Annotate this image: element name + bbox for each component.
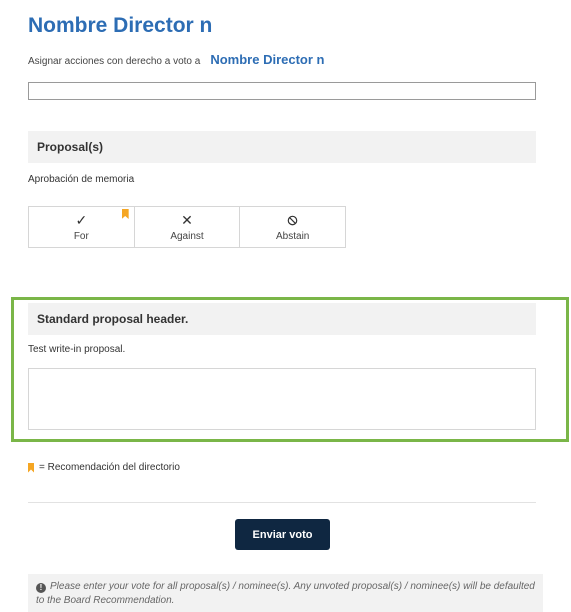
assign-label: Asignar acciones con derecho a voto a bbox=[28, 56, 201, 67]
notice-text: Please enter your vote for all proposal(… bbox=[36, 581, 535, 606]
vote-for-button[interactable]: ✓ For bbox=[29, 207, 135, 247]
x-icon: ✕ bbox=[181, 212, 193, 228]
vote-against-label: Against bbox=[170, 230, 204, 242]
legend: = Recomendación del directorio bbox=[28, 462, 180, 473]
vote-against-button[interactable]: ✕ Against bbox=[134, 207, 241, 247]
director-title: Nombre Director n bbox=[28, 14, 213, 37]
ban-icon bbox=[287, 213, 298, 228]
legend-text: = Recomendación del directorio bbox=[39, 462, 180, 473]
assign-row: Asignar acciones con derecho a voto a No… bbox=[28, 52, 324, 67]
submit-vote-button[interactable]: Enviar voto bbox=[235, 519, 330, 550]
bookmark-icon bbox=[121, 209, 129, 219]
assign-shares-input[interactable] bbox=[28, 82, 536, 100]
vote-options: ✓ For ✕ Against Abstain bbox=[28, 206, 346, 248]
notice-box: ! Please enter your vote for all proposal… bbox=[28, 574, 543, 612]
assign-director-name: Nombre Director n bbox=[210, 52, 325, 67]
divider bbox=[28, 502, 536, 503]
highlight-frame bbox=[11, 297, 569, 442]
bookmark-icon bbox=[28, 462, 34, 473]
info-icon: ! bbox=[36, 583, 46, 593]
proposals-header: Proposal(s) bbox=[28, 131, 536, 163]
check-icon: ✓ bbox=[75, 212, 88, 228]
vote-abstain-button[interactable]: Abstain bbox=[240, 207, 346, 247]
vote-abstain-label: Abstain bbox=[276, 230, 310, 242]
proposal-item-text: Aprobación de memoria bbox=[28, 174, 135, 185]
vote-for-label: For bbox=[73, 230, 89, 242]
